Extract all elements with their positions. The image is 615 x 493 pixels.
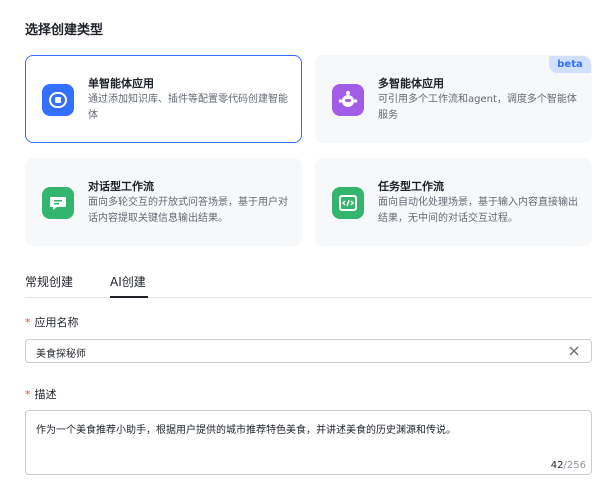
char-counter: 42/256 bbox=[551, 460, 586, 471]
description-textarea[interactable]: 作为一个美食推荐小助手，根据用户提供的城市推荐特色美食，并讲述美食的历史渊源和传… bbox=[25, 410, 592, 475]
task-workflow-icon bbox=[332, 187, 364, 219]
description-label: * 描述 bbox=[25, 386, 57, 402]
active-tab-indicator bbox=[110, 296, 148, 298]
app-name-label: * 应用名称 bbox=[25, 314, 79, 330]
card-title: 对话型工作流 bbox=[88, 180, 154, 193]
clear-icon[interactable] bbox=[567, 344, 581, 358]
card-title: 任务型工作流 bbox=[378, 180, 444, 193]
multi-agent-icon bbox=[332, 84, 364, 116]
card-multi-agent[interactable]: beta 多智能体应用 可引用多个工作流和agent，调度多个智能体服务 bbox=[315, 55, 592, 143]
required-mark: * bbox=[25, 388, 31, 401]
tab-ai-create[interactable]: AI创建 bbox=[110, 273, 146, 290]
app-name-input[interactable]: 美食探秘师 bbox=[25, 339, 592, 363]
char-count-current: 42 bbox=[550, 460, 564, 471]
section-title: 选择创建类型 bbox=[25, 23, 104, 38]
app-name-value: 美食探秘师 bbox=[36, 349, 86, 360]
card-title: 单智能体应用 bbox=[88, 77, 154, 90]
char-count-max: /256 bbox=[563, 460, 586, 471]
card-task-workflow[interactable]: 任务型工作流 面向自动化处理场景，基于输入内容直接输出结果，无中间的对话交互过程… bbox=[315, 158, 592, 246]
creation-tabs: 常规创建 AI创建 bbox=[25, 268, 592, 298]
card-desc: 面向多轮交互的开放式问答场景，基于用户对话内容提取关键信息输出结果。 bbox=[88, 197, 288, 224]
single-agent-icon bbox=[42, 84, 74, 116]
card-title: 多智能体应用 bbox=[378, 77, 444, 90]
app-name-label-text: 应用名称 bbox=[34, 316, 79, 329]
card-desc: 可引用多个工作流和agent，调度多个智能体服务 bbox=[378, 94, 577, 121]
card-desc: 面向自动化处理场景，基于输入内容直接输出结果，无中间的对话交互过程。 bbox=[378, 197, 578, 224]
card-chat-workflow[interactable]: 对话型工作流 面向多轮交互的开放式问答场景，基于用户对话内容提取关键信息输出结果… bbox=[25, 158, 302, 246]
required-mark: * bbox=[25, 316, 31, 329]
description-label-text: 描述 bbox=[34, 388, 57, 401]
card-single-agent[interactable]: 单智能体应用 通过添加知识库、插件等配置零代码创建智能体 bbox=[25, 55, 302, 143]
card-desc: 通过添加知识库、插件等配置零代码创建智能体 bbox=[88, 94, 288, 121]
tab-normal-create[interactable]: 常规创建 bbox=[25, 273, 73, 290]
beta-badge: beta bbox=[549, 56, 591, 73]
chat-workflow-icon bbox=[42, 187, 74, 219]
description-value: 作为一个美食推荐小助手，根据用户提供的城市推荐特色美食，并讲述美食的历史渊源和传… bbox=[36, 425, 456, 436]
create-app-panel: 选择创建类型 单智能体应用 通过添加知识库、插件等配置零代码创建智能体 beta… bbox=[0, 0, 615, 493]
